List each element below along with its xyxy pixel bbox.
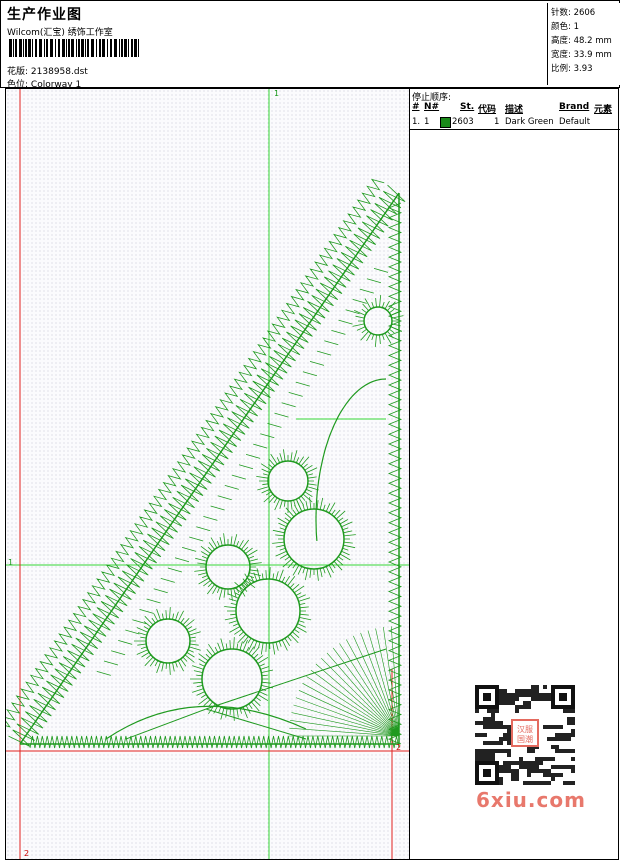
- col-header-element: 元素: [594, 105, 613, 115]
- color-swatch: [440, 117, 451, 128]
- row-description: Dark Green: [505, 117, 554, 127]
- company-name: Wilcom(汇宝) 绣饰工作室: [7, 28, 113, 38]
- embroidery-canvas[interactable]: 1 1 2 2: [5, 88, 410, 860]
- page-title: 生产作业图: [7, 7, 82, 23]
- col-header-needle: N#: [424, 102, 440, 112]
- row-needle: 1: [424, 117, 430, 127]
- design-file-row: 花版: 2138958.dst: [7, 64, 88, 77]
- stat-scale: 比例: 3.93: [551, 64, 593, 74]
- stats-box: 针数: 2606 颜色: 1 高度: 48.2 mm 宽度: 33.9 mm 比…: [547, 3, 620, 85]
- row-code: 1: [494, 117, 500, 127]
- design-file-label: 花版:: [7, 67, 29, 77]
- corner-label-bottom: 2: [24, 849, 30, 858]
- col-header-description: 描述: [505, 105, 524, 115]
- guide-label-vertical: 1: [274, 89, 280, 98]
- col-header-number: #: [412, 102, 420, 112]
- col-header-stitches: St.: [460, 102, 475, 112]
- corner-label-right: 2: [396, 743, 402, 752]
- stat-colors: 颜色: 1: [551, 22, 579, 32]
- row-stitches: 2603: [452, 117, 474, 127]
- svg-text:汉服: 汉服: [517, 725, 533, 734]
- stat-height: 高度: 48.2 mm: [551, 36, 612, 46]
- col-header-code: 代码: [478, 105, 497, 115]
- report-header: 生产作业图 Wilcom(汇宝) 绣饰工作室 花版: 2138958.dst 色…: [0, 0, 620, 90]
- stat-stitches: 针数: 2606: [551, 8, 596, 18]
- barcode-image: [9, 39, 139, 57]
- qr-code-image: 汉服国潮: [470, 680, 580, 790]
- panel-divider: [410, 129, 620, 130]
- svg-text:国潮: 国潮: [517, 734, 533, 744]
- design-file-value: 2138958.dst: [30, 67, 88, 77]
- col-header-brand: Brand: [559, 102, 590, 112]
- embroidery-design: [6, 89, 409, 859]
- stat-width: 宽度: 33.9 mm: [551, 50, 612, 60]
- guide-label-horizontal: 1: [8, 558, 14, 567]
- watermark-text: 6xiu.com: [476, 788, 586, 812]
- row-brand: Default: [559, 117, 591, 127]
- row-number: 1.: [412, 117, 421, 127]
